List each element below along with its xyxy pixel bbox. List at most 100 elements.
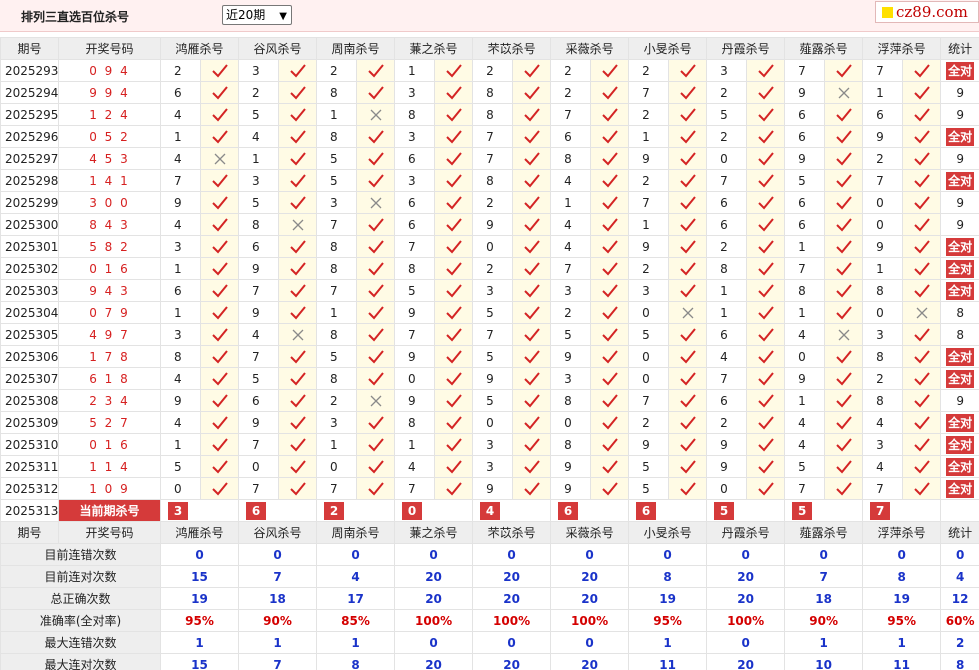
check-icon <box>445 305 462 319</box>
kill-number: 5 <box>316 147 358 170</box>
check-icon <box>523 481 540 495</box>
period-cell: 2025304 <box>0 301 59 324</box>
kill-number: 2 <box>628 59 670 82</box>
row-total: 全对 <box>940 257 979 280</box>
kill-result <box>199 81 240 104</box>
draw-numbers: 2 3 4 <box>58 389 161 412</box>
all-correct-badge: 全对 <box>946 435 975 454</box>
check-icon <box>367 327 384 341</box>
check-icon <box>913 327 930 341</box>
stats-value: 7 <box>238 653 318 670</box>
kill-result <box>746 59 786 82</box>
check-icon <box>211 305 228 319</box>
check-icon <box>211 239 228 253</box>
kill-result <box>278 345 318 368</box>
kill-result <box>746 103 786 126</box>
kill-number: 0 <box>706 477 748 500</box>
kill-result <box>434 257 474 280</box>
kill-number: 6 <box>784 103 826 126</box>
check-icon <box>211 459 228 473</box>
stats-value: 20 <box>550 565 630 588</box>
kill-number: 7 <box>784 59 826 82</box>
kill-number: 6 <box>784 125 826 148</box>
current-kill-number: 4 <box>480 501 501 520</box>
stats-value: 19 <box>628 587 708 610</box>
stats-value: 0 <box>394 631 474 654</box>
kill-result <box>434 81 474 104</box>
check-icon <box>367 283 384 297</box>
current-kill-cell: 6 <box>628 499 708 522</box>
kill-number: 0 <box>628 367 670 390</box>
kill-number: 7 <box>394 323 436 346</box>
kill-number: 6 <box>784 213 826 236</box>
check-icon <box>835 415 852 429</box>
stats-value: 100% <box>394 609 474 632</box>
kill-number: 4 <box>862 455 904 478</box>
current-kill-number: 6 <box>558 501 579 520</box>
cross-icon <box>838 87 850 99</box>
kill-result <box>199 389 240 412</box>
kill-number: 5 <box>628 323 670 346</box>
kill-result <box>278 279 318 302</box>
kill-number: 8 <box>394 103 436 126</box>
kill-number: 5 <box>472 301 514 324</box>
period-cell: 2025308 <box>0 389 59 412</box>
stats-value: 18 <box>238 587 318 610</box>
kill-result <box>278 389 318 412</box>
kill-number: 2 <box>472 191 514 214</box>
check-icon <box>757 349 774 363</box>
check-icon <box>835 195 852 209</box>
kill-result <box>824 125 864 148</box>
kill-number: 1 <box>784 235 826 258</box>
kill-number: 6 <box>394 191 436 214</box>
stats-value: 0 <box>159 543 240 566</box>
kill-number: 1 <box>862 257 904 280</box>
kill-result <box>199 279 240 302</box>
kill-number: 2 <box>316 59 358 82</box>
stats-value: 19 <box>862 587 942 610</box>
kill-number: 2 <box>706 235 748 258</box>
check-icon <box>601 349 618 363</box>
cross-icon <box>682 307 694 319</box>
kill-number: 8 <box>472 81 514 104</box>
check-icon <box>367 85 384 99</box>
check-icon <box>601 63 618 77</box>
check-icon <box>757 437 774 451</box>
correct-count: 9 <box>956 217 964 232</box>
kill-result <box>512 323 552 346</box>
check-icon <box>913 459 930 473</box>
kill-number: 8 <box>784 279 826 302</box>
stats-header-expert: 小旻杀号 <box>628 521 708 544</box>
kill-result <box>356 125 396 148</box>
kill-result <box>434 389 474 412</box>
stats-value: 85% <box>316 609 396 632</box>
site-logo[interactable]: cz89.com <box>875 1 979 23</box>
kill-result <box>902 279 942 302</box>
stats-value: 0 <box>472 543 552 566</box>
check-icon <box>367 481 384 495</box>
stats-value: 1 <box>316 631 396 654</box>
check-icon <box>523 261 540 275</box>
kill-number: 1 <box>706 301 748 324</box>
stats-value: 20 <box>472 653 552 670</box>
check-icon <box>211 481 228 495</box>
check-icon <box>601 283 618 297</box>
correct-count: 9 <box>956 107 964 122</box>
check-icon <box>913 173 930 187</box>
kill-result <box>199 147 240 170</box>
check-icon <box>679 217 696 231</box>
check-icon <box>913 349 930 363</box>
stats-value: 0 <box>628 543 708 566</box>
kill-number: 2 <box>862 147 904 170</box>
kill-result <box>824 213 864 236</box>
kill-result <box>278 147 318 170</box>
range-select[interactable]: 近20期 ▼ <box>222 5 292 25</box>
stats-value: 100% <box>706 609 786 632</box>
kill-number: 1 <box>160 433 201 456</box>
kill-number: 0 <box>628 301 670 324</box>
row-total: 全对 <box>940 455 979 478</box>
kill-result <box>512 477 552 500</box>
kill-result <box>590 389 630 412</box>
kill-number: 0 <box>862 191 904 214</box>
check-icon <box>601 195 618 209</box>
